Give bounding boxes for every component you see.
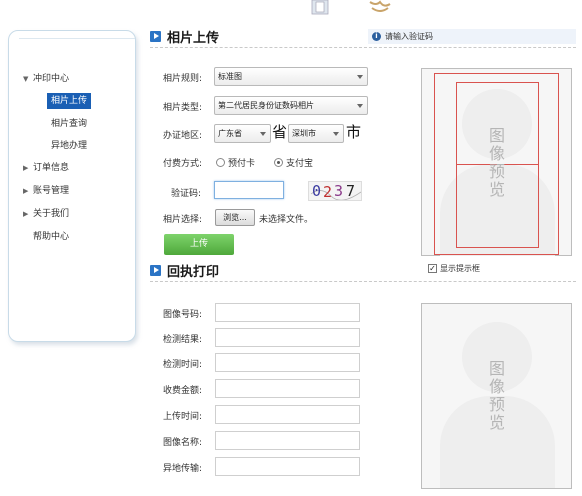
header-illustration: [311, 0, 391, 15]
captcha-char: 7: [346, 182, 356, 200]
chevron-right-icon: ▶: [23, 164, 29, 172]
captcha-label: 验证码:: [171, 189, 202, 199]
receipt-label-image-name: 图像名称:: [163, 438, 203, 448]
receipt-field-image-name[interactable]: [215, 431, 360, 450]
captcha-hint: i 请输入验证码: [368, 29, 576, 44]
upload-image-preview: 图像预览: [421, 68, 572, 256]
chevron-right-icon: ▶: [23, 210, 29, 218]
upload-section-header: 相片上传: [150, 27, 220, 46]
show-frame-checkbox[interactable]: ✓ 显示提示框: [428, 263, 480, 274]
receipt-field-upload-time[interactable]: [215, 405, 360, 424]
sidebar-subitem-photo-query[interactable]: 相片查询: [47, 116, 91, 132]
sidebar-item-orders[interactable]: ▶ 订单信息: [23, 160, 69, 176]
photo-spec-label: 相片规则:: [163, 74, 203, 84]
sidebar-item-print-center[interactable]: ▼ 冲印中心: [23, 71, 69, 87]
sidebar-item-account[interactable]: ▶ 账号管理: [23, 183, 69, 199]
file-status: 未选择文件。: [259, 215, 314, 225]
captcha-input[interactable]: [214, 181, 284, 199]
preview-placeholder: 图像预览: [488, 126, 505, 199]
receipt-label-fee: 收费金额:: [163, 386, 203, 396]
checkbox-checked-icon: ✓: [428, 264, 437, 273]
chevron-down-icon: [357, 75, 363, 79]
browse-button[interactable]: 浏览...: [215, 209, 255, 226]
payment-option-alipay[interactable]: 支付宝: [274, 156, 313, 169]
file-select-label: 相片选择:: [163, 215, 203, 225]
receipt-field-check-result[interactable]: [215, 328, 360, 347]
receipt-field-check-time[interactable]: [215, 353, 360, 372]
info-icon: i: [372, 32, 381, 41]
province-suffix: 省: [272, 123, 288, 141]
sidebar-subitem-photo-upload[interactable]: 相片上传: [47, 93, 92, 109]
city-select[interactable]: 深圳市: [288, 124, 344, 143]
upload-section-title: 相片上传: [167, 30, 220, 46]
sidebar-item-help[interactable]: 帮助中心: [33, 229, 69, 245]
upload-button[interactable]: 上传: [164, 234, 234, 255]
photo-type-label: 相片类型:: [163, 103, 203, 113]
payment-option-prepaid[interactable]: 预付卡: [216, 156, 255, 169]
region-label: 办证地区:: [163, 131, 203, 141]
radio-selected-icon: [274, 158, 283, 167]
captcha-char: 3: [334, 182, 344, 200]
play-arrow-icon: [150, 264, 161, 276]
receipt-field-remote-transfer[interactable]: [215, 457, 360, 476]
receipt-label-upload-time: 上传时间:: [163, 412, 203, 422]
section-divider: [150, 281, 576, 282]
preview-placeholder: 图像预览: [488, 359, 505, 432]
sidebar-item-about[interactable]: ▶ 关于我们: [23, 206, 69, 222]
photo-spec-select[interactable]: 标准图: [214, 67, 368, 86]
captcha-char: 0: [312, 182, 322, 200]
receipt-field-fee[interactable]: [215, 379, 360, 398]
receipt-image-preview: 图像预览: [421, 303, 572, 489]
receipt-section-title: 回执打印: [167, 264, 220, 280]
chevron-down-icon: [260, 132, 266, 136]
sidebar-divider: [19, 31, 135, 39]
photo-type-select[interactable]: 第二代居民身份证数码相片: [214, 96, 368, 115]
receipt-label-check-result: 检测结果:: [163, 335, 203, 345]
play-arrow-icon: [150, 30, 161, 42]
payment-label: 付费方式:: [163, 159, 203, 169]
captcha-image[interactable]: 0 2 3 7: [308, 181, 362, 201]
province-select[interactable]: 广东省: [214, 124, 271, 143]
receipt-label-image-number: 图像号码:: [163, 310, 203, 320]
sidebar-subitem-remote-processing[interactable]: 异地办理: [47, 138, 91, 154]
sidebar: ▼ 冲印中心 相片上传 相片查询 异地办理 ▶ 订单信息 ▶ 账号管理 ▶ 关于我们 帮…: [8, 30, 136, 342]
chevron-down-icon: [333, 132, 339, 136]
receipt-label-check-time: 检测时间:: [163, 360, 203, 370]
radio-icon: [216, 158, 225, 167]
captcha-char: 2: [323, 183, 333, 201]
chevron-right-icon: ▶: [23, 187, 29, 195]
chevron-down-icon: ▼: [23, 75, 29, 83]
chevron-down-icon: [357, 104, 363, 108]
receipt-section-header: 回执打印: [150, 261, 220, 280]
section-divider: [150, 47, 576, 48]
receipt-label-remote-transfer: 异地传输:: [163, 464, 203, 474]
receipt-field-image-number[interactable]: [215, 303, 360, 322]
city-suffix: 市: [346, 123, 362, 141]
